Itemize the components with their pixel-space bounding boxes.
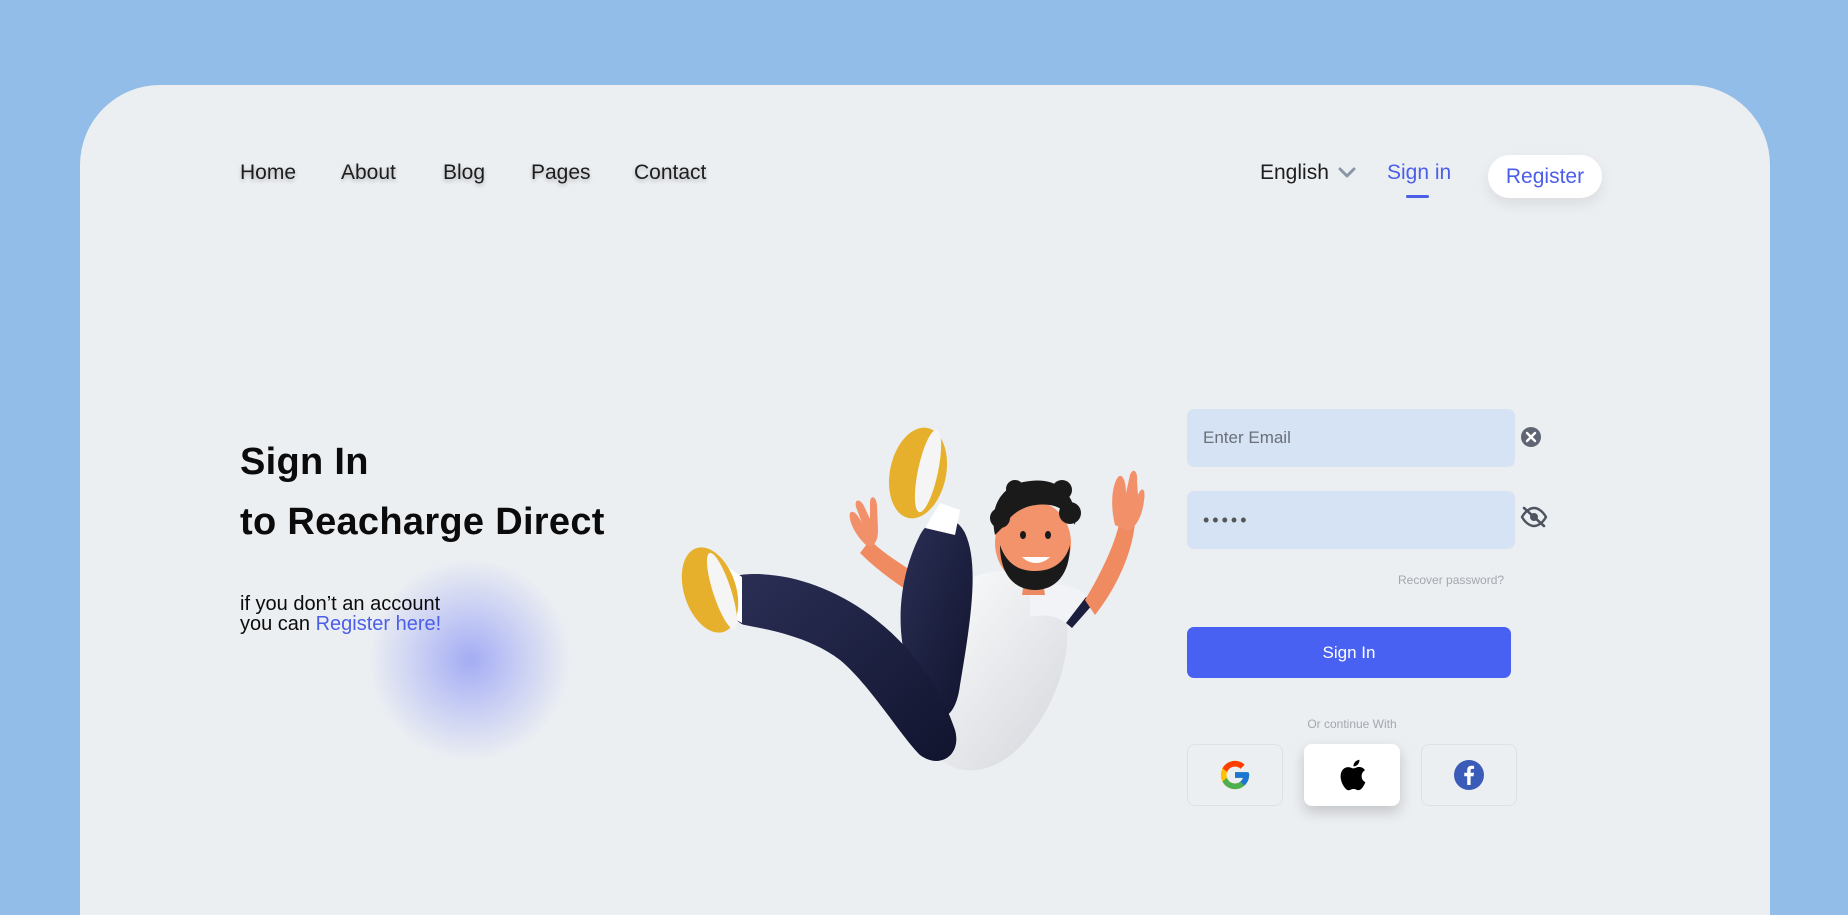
nav-home[interactable]: Home [240, 161, 296, 185]
or-continue-label: Or continue With [1307, 717, 1397, 731]
main-card: Home About Blog Pages Contact English Si… [80, 85, 1770, 915]
nav-about[interactable]: About [341, 161, 396, 185]
page-subtitle: to Reacharge Direct [240, 501, 605, 543]
register-button[interactable]: Register [1488, 155, 1602, 198]
nav-signin-link[interactable]: Sign in [1387, 161, 1451, 185]
facebook-icon [1454, 760, 1484, 790]
register-here-link[interactable]: Register here! [316, 613, 442, 635]
apple-button[interactable] [1304, 744, 1400, 806]
language-selector[interactable]: English [1260, 161, 1356, 185]
apple-icon [1340, 759, 1366, 791]
nav-contact[interactable]: Contact [634, 161, 706, 185]
active-indicator [1406, 195, 1429, 198]
eye-off-icon[interactable] [1520, 506, 1548, 528]
page-title: Sign In [240, 441, 369, 483]
clear-icon[interactable] [1520, 426, 1542, 448]
recover-password-link[interactable]: Recover password? [1398, 573, 1504, 587]
register-prompt-line2: you can Register here! [240, 613, 441, 636]
facebook-button[interactable] [1421, 744, 1517, 806]
decorative-blob [370, 560, 570, 760]
chevron-down-icon [1338, 167, 1356, 178]
signin-button[interactable]: Sign In [1187, 627, 1511, 678]
google-button[interactable] [1187, 744, 1283, 806]
nav-pages[interactable]: Pages [531, 161, 591, 185]
password-input[interactable] [1187, 491, 1515, 549]
email-input[interactable] [1187, 409, 1515, 467]
nav-blog[interactable]: Blog [443, 161, 485, 185]
google-icon [1220, 760, 1250, 790]
register-prompt-prefix: you can [240, 613, 316, 635]
language-label: English [1260, 161, 1329, 184]
falling-man-illustration [681, 427, 1145, 771]
